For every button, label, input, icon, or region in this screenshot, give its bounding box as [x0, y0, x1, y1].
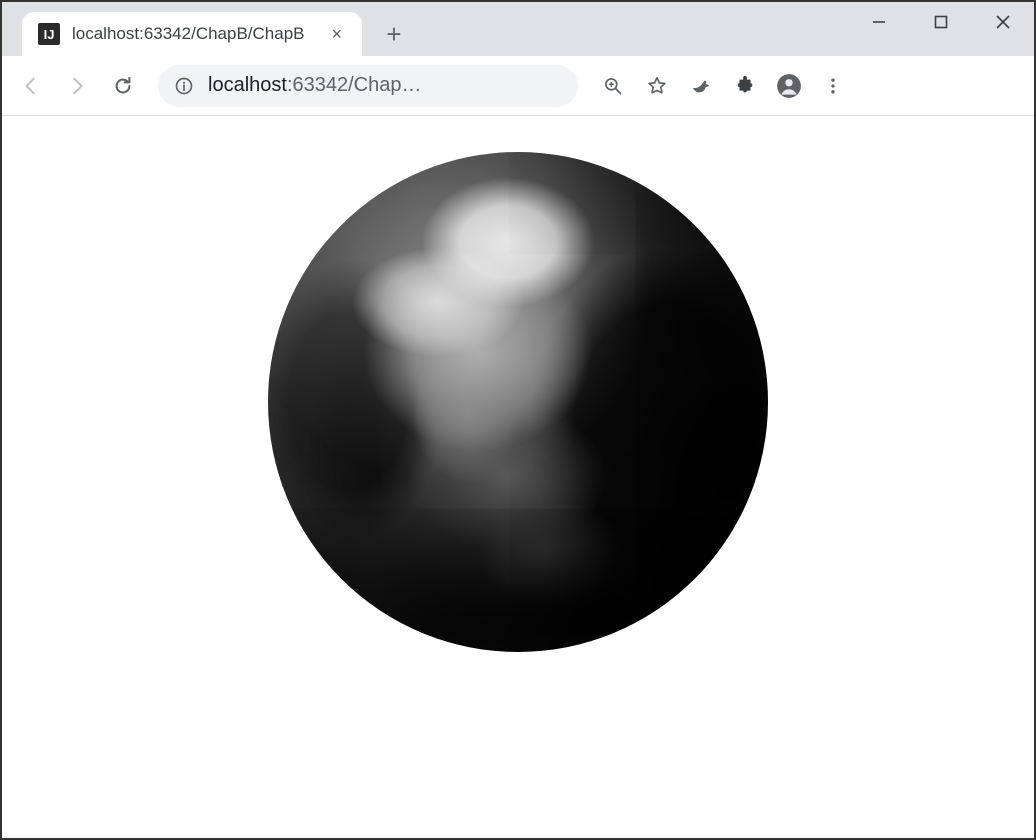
maximize-icon	[934, 15, 948, 29]
minimize-button[interactable]	[848, 2, 910, 42]
zoom-in-icon	[603, 76, 623, 96]
close-icon	[995, 14, 1011, 30]
favicon-intellij-icon: IJ	[38, 23, 60, 45]
active-tab[interactable]: IJ localhost:63342/ChapB/ChapB ×	[22, 12, 362, 56]
toolbar: localhost:63342/Chap…	[2, 56, 1034, 116]
bird-extension-button[interactable]	[682, 67, 720, 105]
arrow-right-icon	[66, 75, 88, 97]
window-controls	[848, 2, 1034, 42]
url-host: localhost	[208, 74, 287, 96]
tab-strip: IJ localhost:63342/ChapB/ChapB × +	[2, 2, 1034, 56]
kebab-icon	[823, 76, 843, 96]
star-icon	[646, 75, 668, 97]
reload-icon	[112, 75, 134, 97]
close-tab-button[interactable]: ×	[327, 24, 346, 45]
arrow-left-icon	[20, 75, 42, 97]
puzzle-icon	[734, 75, 756, 97]
page-content	[2, 116, 1034, 838]
reload-button[interactable]	[104, 67, 142, 105]
extensions-button[interactable]	[726, 67, 764, 105]
back-button[interactable]	[12, 67, 50, 105]
menu-button[interactable]	[814, 67, 852, 105]
profile-button[interactable]	[770, 67, 808, 105]
url-text: localhost:63342/Chap…	[208, 74, 562, 97]
info-icon	[174, 76, 194, 96]
tab-title: localhost:63342/ChapB/ChapB	[72, 24, 315, 44]
maximize-button[interactable]	[910, 2, 972, 42]
earth-globe-image	[268, 152, 768, 652]
person-icon	[776, 73, 802, 99]
minimize-icon	[871, 14, 887, 30]
new-tab-button[interactable]: +	[374, 14, 414, 54]
bird-icon	[690, 75, 712, 97]
url-path: :63342/Chap…	[287, 74, 422, 96]
bookmark-button[interactable]	[638, 67, 676, 105]
forward-button[interactable]	[58, 67, 96, 105]
site-info-button[interactable]	[174, 76, 194, 96]
toolbar-actions	[594, 67, 852, 105]
address-bar[interactable]: localhost:63342/Chap…	[158, 65, 578, 107]
close-window-button[interactable]	[972, 2, 1034, 42]
zoom-button[interactable]	[594, 67, 632, 105]
browser-window: IJ localhost:63342/ChapB/ChapB × +	[2, 2, 1034, 838]
